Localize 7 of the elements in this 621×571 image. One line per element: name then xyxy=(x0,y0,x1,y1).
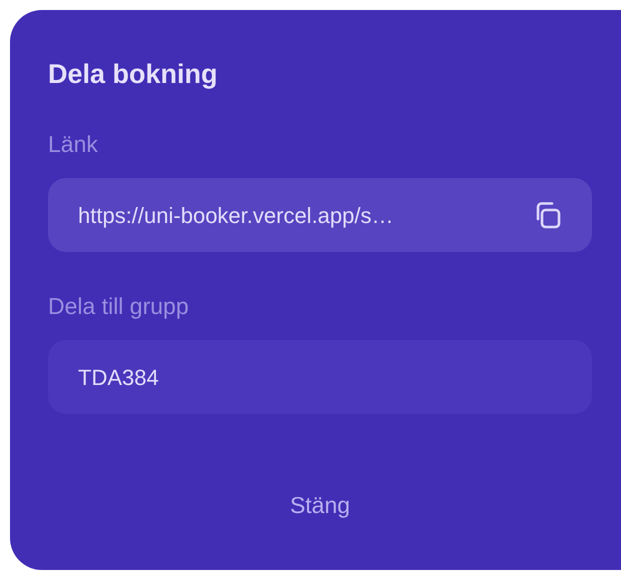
field-label: Dela till grupp xyxy=(48,292,189,321)
dialog-title: Dela bokning xyxy=(48,58,218,91)
group-field[interactable]: TDA384 xyxy=(48,340,592,414)
link-text: https://uni-booker.vercel.app/s… xyxy=(78,202,394,230)
close-button[interactable]: Stäng xyxy=(48,480,592,530)
field-label: Länk xyxy=(48,130,98,159)
link-field[interactable]: https://uni-booker.vercel.app/s… xyxy=(48,178,592,252)
